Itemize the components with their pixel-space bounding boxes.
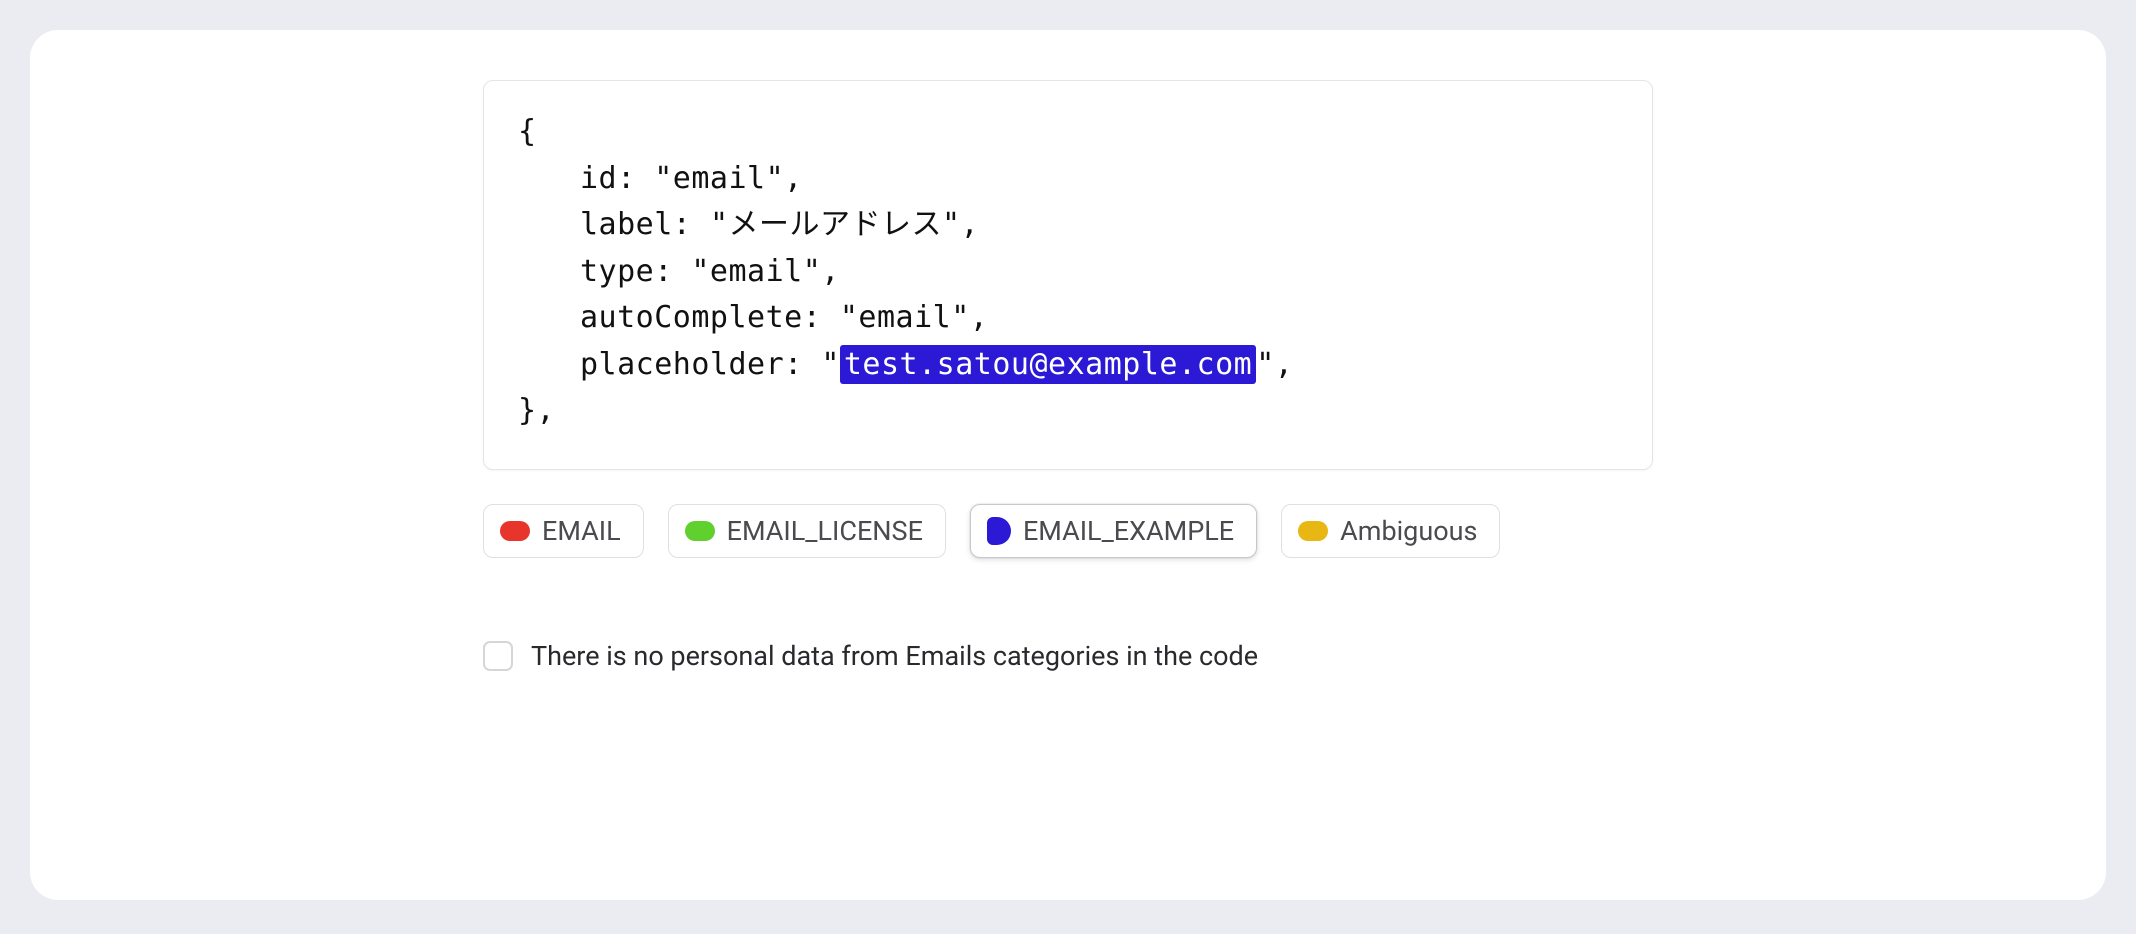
tag-email-license[interactable]: EMAIL_LICENSE	[668, 504, 946, 558]
code-line-id: id: "email",	[518, 156, 1618, 203]
code-line-placeholder: placeholder: "test.satou@example.com",	[518, 342, 1618, 389]
swatch-blue-icon	[987, 517, 1011, 545]
highlighted-email-token[interactable]: test.satou@example.com	[840, 345, 1256, 384]
category-tags-row: EMAIL EMAIL_LICENSE EMAIL_EXAMPLE Ambigu…	[483, 504, 1653, 558]
swatch-green-icon	[685, 521, 715, 541]
tag-email-example-label: EMAIL_EXAMPLE	[1023, 515, 1234, 547]
swatch-yellow-icon	[1298, 521, 1328, 541]
content-wrapper: {id: "email",label: "メールアドレス",type: "ema…	[483, 80, 1653, 672]
annotation-card: {id: "email",label: "メールアドレス",type: "ema…	[30, 30, 2106, 900]
code-line-open: {	[518, 109, 1618, 156]
code-snippet-block[interactable]: {id: "email",label: "メールアドレス",type: "ema…	[483, 80, 1653, 470]
no-personal-data-checkbox[interactable]: There is no personal data from Emails ca…	[483, 640, 1653, 672]
checkbox-box-icon	[483, 641, 513, 671]
tag-email-label: EMAIL	[542, 515, 621, 547]
code-line-label: label: "メールアドレス",	[518, 202, 1618, 249]
tag-ambiguous[interactable]: Ambiguous	[1281, 504, 1500, 558]
tag-ambiguous-label: Ambiguous	[1340, 515, 1477, 547]
tag-email-example[interactable]: EMAIL_EXAMPLE	[970, 504, 1257, 558]
checkbox-label: There is no personal data from Emails ca…	[531, 640, 1258, 672]
tag-email[interactable]: EMAIL	[483, 504, 644, 558]
code-line-type: type: "email",	[518, 249, 1618, 296]
code-line-close: },	[518, 388, 1618, 435]
code-line-autocomplete: autoComplete: "email",	[518, 295, 1618, 342]
swatch-red-icon	[500, 521, 530, 541]
tag-email-license-label: EMAIL_LICENSE	[727, 515, 923, 547]
